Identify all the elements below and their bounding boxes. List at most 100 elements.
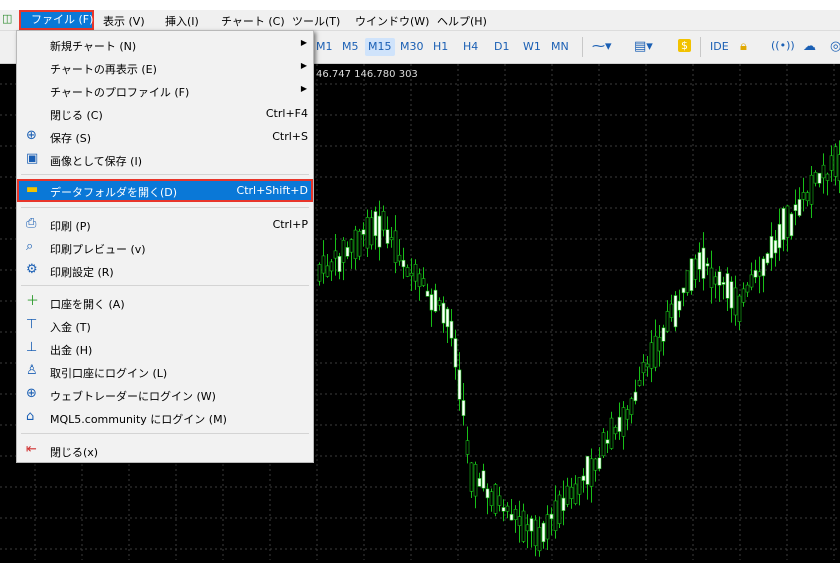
candle-body: [405, 267, 410, 277]
timeframe-m1[interactable]: M1: [316, 40, 333, 53]
candle-body: [529, 518, 534, 532]
menu-item-save[interactable]: ⊕ 保存 (S) Ctrl+S: [17, 125, 313, 148]
candle-body: [337, 256, 342, 272]
timeframe-m5[interactable]: M5: [342, 40, 359, 53]
candle-body: [785, 205, 790, 238]
withdraw-icon: ⊥: [26, 340, 38, 355]
menu-item-label: MQL5.community にログイン (M): [50, 413, 227, 426]
candle-body: [497, 495, 502, 506]
candle-body: [325, 265, 330, 277]
signals-icon[interactable]: ((•)): [771, 39, 795, 52]
menu-file[interactable]: ファイル (F): [19, 10, 94, 30]
menu-item-label: 取引口座にログイン (L): [50, 367, 168, 380]
ide-button[interactable]: IDE: [710, 40, 729, 53]
chart-type-icon[interactable]: ⁓▾: [592, 39, 612, 54]
menu-item-print[interactable]: ⎙ 印刷 (P) Ctrl+P: [17, 213, 313, 236]
candle-body: [745, 284, 750, 293]
toolbar-separator: [582, 37, 583, 57]
candle-body: [605, 439, 610, 444]
menu-item-new-chart[interactable]: 新規チャート (N) ▶: [17, 33, 313, 56]
candle-body: [665, 311, 670, 332]
cloud-icon[interactable]: ☁: [803, 39, 816, 54]
candle-body: [541, 522, 546, 543]
folder-icon: ▬: [26, 182, 39, 197]
menu-item-label: 印刷プレビュー (v): [50, 243, 146, 256]
candle-body: [685, 270, 690, 293]
menu-item-label: チャートの再表示 (E): [50, 63, 157, 76]
candle-body: [437, 300, 442, 306]
candle-body: [617, 416, 622, 432]
candle-body: [349, 239, 354, 253]
timeframe-d1[interactable]: D1: [494, 40, 509, 53]
candle-body: [373, 211, 378, 237]
menu-chart[interactable]: チャート (C): [221, 13, 285, 29]
menu-item-print-settings[interactable]: ⚙ 印刷設定 (R): [17, 259, 313, 282]
timeframe-h1[interactable]: H1: [433, 40, 448, 53]
timeframe-h4[interactable]: H4: [463, 40, 478, 53]
candle-body: [717, 271, 722, 286]
menu-item-exit[interactable]: ⇤ 閉じる(x): [17, 439, 313, 462]
menu-item-close[interactable]: 閉じる (C) Ctrl+F4: [17, 102, 313, 125]
menu-item-chart-redisplay[interactable]: チャートの再表示 (E) ▶: [17, 56, 313, 79]
menu-item-save-as-image[interactable]: ▣ 画像として保存 (I): [17, 148, 313, 171]
candle-body: [433, 289, 438, 312]
candle-body: [597, 457, 602, 470]
vps-icon[interactable]: ◎: [830, 39, 840, 54]
menu-item-label: 画像として保存 (I): [50, 155, 142, 168]
candle-body: [833, 146, 838, 177]
timeframe-m15[interactable]: M15: [365, 38, 395, 56]
candle-body: [681, 287, 686, 294]
candle-body: [581, 475, 586, 481]
menu-item-chart-profile[interactable]: チャートのプロファイル (F) ▶: [17, 79, 313, 102]
menu-help[interactable]: ヘルプ(H): [437, 13, 487, 29]
menu-item-label: 出金 (H): [50, 344, 93, 357]
candle-body: [553, 500, 558, 531]
candle-body: [701, 247, 706, 279]
candle-body: [525, 524, 530, 532]
menu-item-shortcut: Ctrl+Shift+D: [236, 184, 308, 197]
timeframe-mn[interactable]: MN: [551, 40, 569, 53]
timeframe-w1[interactable]: W1: [523, 40, 541, 53]
candle-body: [417, 273, 422, 287]
menu-tools[interactable]: ツール(T): [292, 13, 340, 29]
candle-body: [625, 409, 630, 420]
menu-item-open-account[interactable]: ＋ 口座を開く (A): [17, 291, 313, 314]
candle-body: [593, 458, 598, 471]
candle-body: [501, 507, 506, 512]
market-icon[interactable]: $: [678, 39, 691, 52]
candle-body: [489, 491, 494, 506]
indicators-icon[interactable]: ▤▾: [634, 39, 653, 54]
timeframe-m30[interactable]: M30: [400, 40, 424, 53]
candle-body: [485, 488, 490, 499]
menu-view[interactable]: 表示 (V): [103, 13, 145, 29]
candle-body: [729, 281, 734, 309]
candle-body: [517, 516, 522, 526]
candle-body: [693, 258, 698, 280]
candle-body: [369, 217, 374, 246]
file-menu-dropdown: 新規チャート (N) ▶ チャートの再表示 (E) ▶ チャートのプロファイル …: [16, 30, 314, 463]
candle-body: [493, 484, 498, 514]
menu-item-deposit[interactable]: ⊤ 入金 (T): [17, 314, 313, 337]
menu-item-login-mql5[interactable]: ⌂ MQL5.community にログイン (M): [17, 406, 313, 429]
candle-body: [569, 486, 574, 499]
candle-body: [733, 287, 738, 316]
menu-item-label: 閉じる (C): [50, 109, 103, 122]
candle-body: [353, 229, 358, 259]
candle-body: [637, 379, 642, 386]
menu-item-login-account[interactable]: ♙ 取引口座にログイン (L): [17, 360, 313, 383]
candle-body: [557, 494, 562, 524]
print-preview-icon: ⌕: [26, 239, 34, 254]
lock-icon[interactable]: 🔒︎: [740, 39, 747, 54]
menu-item-label: 閉じる(x): [50, 446, 99, 459]
menu-item-open-data-folder[interactable]: ▬ データフォルダを開く(D) Ctrl+Shift+D: [17, 179, 313, 202]
candle-body: [469, 462, 474, 492]
candle-body: [453, 338, 458, 368]
exit-icon: ⇤: [26, 442, 37, 457]
price-readout: 46.747 146.780 303: [316, 69, 418, 80]
menu-item-withdraw[interactable]: ⊥ 出金 (H): [17, 337, 313, 360]
menu-item-login-webtrader[interactable]: ⊕ ウェブトレーダーにログイン (W): [17, 383, 313, 406]
menu-item-print-preview[interactable]: ⌕ 印刷プレビュー (v): [17, 236, 313, 259]
candle-body: [329, 261, 334, 272]
menu-window[interactable]: ウインドウ(W): [355, 13, 429, 29]
menu-insert[interactable]: 挿入(I): [165, 13, 199, 29]
